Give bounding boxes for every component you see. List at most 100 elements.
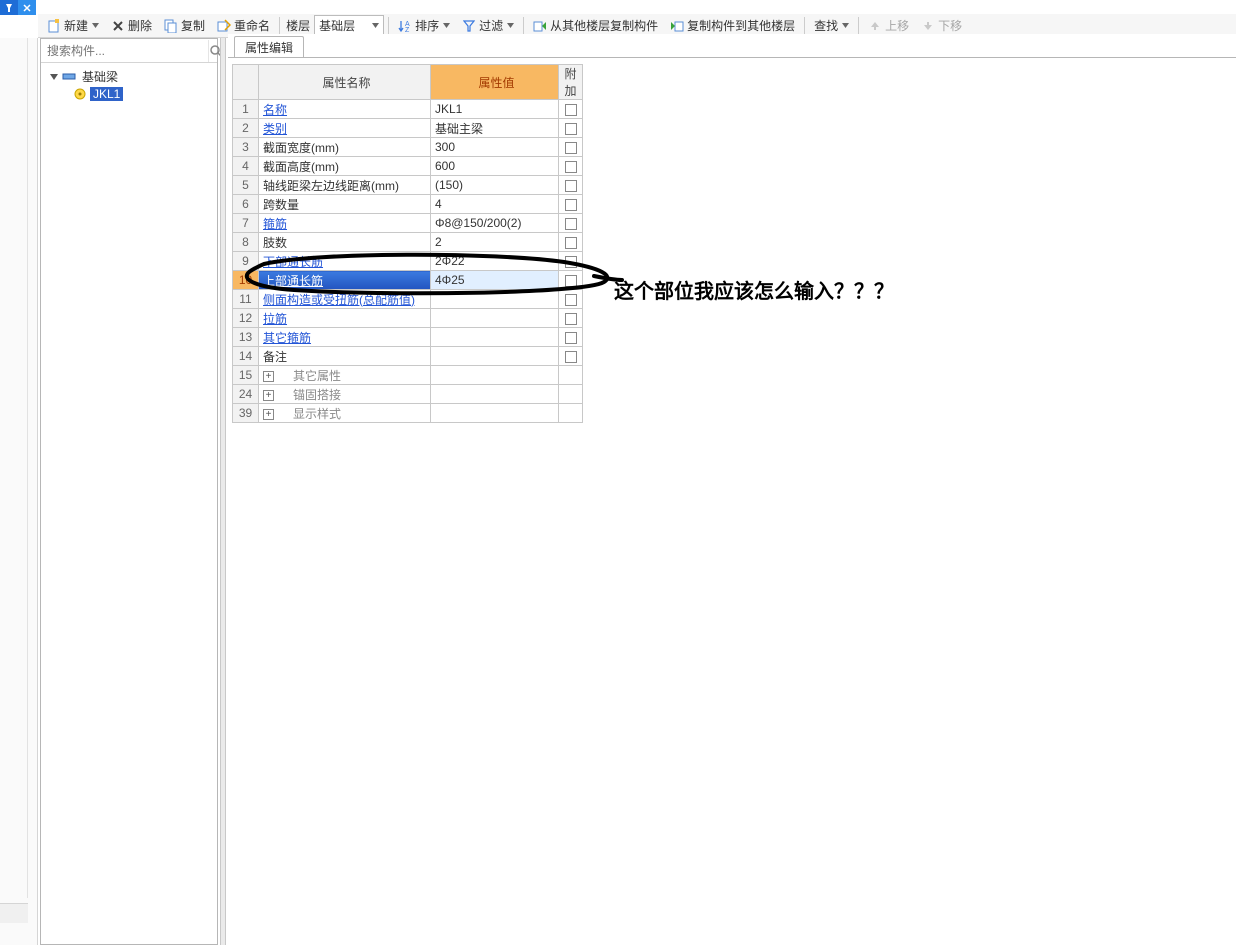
pin-tab[interactable] bbox=[0, 0, 18, 15]
checkbox-icon[interactable] bbox=[565, 313, 577, 325]
checkbox-icon[interactable] bbox=[565, 104, 577, 116]
property-value-cell[interactable] bbox=[431, 404, 559, 423]
tree-root-node[interactable]: 基础梁 bbox=[43, 67, 215, 85]
expand-toggle-icon[interactable]: + bbox=[263, 390, 274, 401]
property-row[interactable]: 24+锚固搭接 bbox=[233, 385, 583, 404]
checkbox-icon[interactable] bbox=[565, 180, 577, 192]
property-name[interactable]: 上部通长筋 bbox=[263, 274, 323, 288]
property-add-cell[interactable] bbox=[559, 119, 583, 138]
vertical-splitter[interactable] bbox=[220, 38, 226, 945]
property-add-cell[interactable] bbox=[559, 328, 583, 347]
new-button[interactable]: 新建 bbox=[42, 15, 104, 37]
checkbox-icon[interactable] bbox=[565, 218, 577, 230]
tree-child-node[interactable]: JKL1 bbox=[43, 85, 215, 103]
property-value-cell[interactable]: 2Φ22 bbox=[431, 252, 559, 271]
property-value-cell[interactable]: Φ8@150/200(2) bbox=[431, 214, 559, 233]
checkbox-icon[interactable] bbox=[565, 332, 577, 344]
property-name[interactable]: 箍筋 bbox=[263, 217, 287, 231]
property-add-cell[interactable] bbox=[559, 309, 583, 328]
delete-button[interactable]: 删除 bbox=[106, 15, 157, 37]
property-add-cell[interactable] bbox=[559, 157, 583, 176]
checkbox-icon[interactable] bbox=[565, 351, 577, 363]
property-add-cell[interactable] bbox=[559, 214, 583, 233]
property-row[interactable]: 6跨数量4 bbox=[233, 195, 583, 214]
expand-toggle-icon[interactable]: + bbox=[263, 371, 274, 382]
property-row[interactable]: 2类别基础主梁 bbox=[233, 119, 583, 138]
property-name-cell[interactable]: 名称 bbox=[259, 100, 431, 119]
property-name[interactable]: 侧面构造或受扭筋(总配筋值) bbox=[263, 293, 415, 307]
property-editor-tab[interactable]: 属性编辑 bbox=[234, 36, 304, 58]
property-row[interactable]: 4截面高度(mm)600 bbox=[233, 157, 583, 176]
component-tree[interactable]: 基础梁 JKL1 bbox=[41, 63, 217, 944]
checkbox-icon[interactable] bbox=[565, 294, 577, 306]
property-value-cell[interactable]: (150) bbox=[431, 176, 559, 195]
property-add-cell[interactable] bbox=[559, 233, 583, 252]
property-add-cell[interactable] bbox=[559, 347, 583, 366]
property-add-cell[interactable] bbox=[559, 195, 583, 214]
property-value-cell[interactable]: 基础主梁 bbox=[431, 119, 559, 138]
property-value-cell[interactable]: 2 bbox=[431, 233, 559, 252]
copy-button[interactable]: 复制 bbox=[159, 15, 210, 37]
property-row[interactable]: 5轴线距梁左边线距离(mm)(150) bbox=[233, 176, 583, 195]
checkbox-icon[interactable] bbox=[565, 256, 577, 268]
property-add-cell[interactable] bbox=[559, 100, 583, 119]
property-row[interactable]: 9下部通长筋2Φ22 bbox=[233, 252, 583, 271]
property-name[interactable]: 拉筋 bbox=[263, 312, 287, 326]
property-name[interactable]: 名称 bbox=[263, 103, 287, 117]
property-value-cell[interactable] bbox=[431, 290, 559, 309]
checkbox-icon[interactable] bbox=[565, 123, 577, 135]
checkbox-icon[interactable] bbox=[565, 199, 577, 211]
close-tab[interactable] bbox=[18, 0, 36, 15]
property-name-cell[interactable]: 截面宽度(mm) bbox=[259, 138, 431, 157]
property-add-cell[interactable] bbox=[559, 252, 583, 271]
checkbox-icon[interactable] bbox=[565, 237, 577, 249]
property-add-cell[interactable] bbox=[559, 138, 583, 157]
property-name[interactable]: 其它箍筋 bbox=[263, 331, 311, 345]
property-row[interactable]: 7箍筋Φ8@150/200(2) bbox=[233, 214, 583, 233]
property-name-cell[interactable]: 其它箍筋 bbox=[259, 328, 431, 347]
property-name-cell[interactable]: +锚固搭接 bbox=[259, 385, 431, 404]
property-value-cell[interactable] bbox=[431, 366, 559, 385]
property-table[interactable]: 属性名称 属性值 附加 1名称JKL12类别基础主梁3截面宽度(mm)3004截… bbox=[232, 64, 583, 423]
property-value-cell[interactable] bbox=[431, 309, 559, 328]
property-row[interactable]: 12拉筋 bbox=[233, 309, 583, 328]
property-name-cell[interactable]: 下部通长筋 bbox=[259, 252, 431, 271]
property-name-cell[interactable]: 拉筋 bbox=[259, 309, 431, 328]
property-value-cell[interactable]: 600 bbox=[431, 157, 559, 176]
property-add-cell[interactable] bbox=[559, 385, 583, 404]
property-name-cell[interactable]: 截面高度(mm) bbox=[259, 157, 431, 176]
property-value-cell[interactable]: 4Φ25 bbox=[431, 271, 559, 290]
property-value-cell[interactable]: 4 bbox=[431, 195, 559, 214]
property-row[interactable]: 15+其它属性 bbox=[233, 366, 583, 385]
property-value-cell[interactable]: JKL1 bbox=[431, 100, 559, 119]
checkbox-icon[interactable] bbox=[565, 142, 577, 154]
property-row[interactable]: 10上部通长筋4Φ25 bbox=[233, 271, 583, 290]
property-add-cell[interactable] bbox=[559, 366, 583, 385]
property-add-cell[interactable] bbox=[559, 271, 583, 290]
checkbox-icon[interactable] bbox=[565, 275, 577, 287]
collapsed-panel-tab[interactable] bbox=[0, 38, 28, 898]
property-row[interactable]: 13其它箍筋 bbox=[233, 328, 583, 347]
property-value-cell[interactable] bbox=[431, 328, 559, 347]
property-name-cell[interactable]: 肢数 bbox=[259, 233, 431, 252]
property-row[interactable]: 14备注 bbox=[233, 347, 583, 366]
property-name-cell[interactable]: 备注 bbox=[259, 347, 431, 366]
property-row[interactable]: 3截面宽度(mm)300 bbox=[233, 138, 583, 157]
property-name-cell[interactable]: 类别 bbox=[259, 119, 431, 138]
property-name-cell[interactable]: +其它属性 bbox=[259, 366, 431, 385]
property-add-cell[interactable] bbox=[559, 176, 583, 195]
property-name[interactable]: 类别 bbox=[263, 122, 287, 136]
property-value-cell[interactable] bbox=[431, 385, 559, 404]
property-row[interactable]: 11侧面构造或受扭筋(总配筋值) bbox=[233, 290, 583, 309]
property-name-cell[interactable]: 侧面构造或受扭筋(总配筋值) bbox=[259, 290, 431, 309]
property-name-cell[interactable]: +显示样式 bbox=[259, 404, 431, 423]
property-name-cell[interactable]: 轴线距梁左边线距离(mm) bbox=[259, 176, 431, 195]
property-name-cell[interactable]: 箍筋 bbox=[259, 214, 431, 233]
search-input[interactable] bbox=[41, 44, 208, 58]
property-row[interactable]: 39+显示样式 bbox=[233, 404, 583, 423]
property-add-cell[interactable] bbox=[559, 290, 583, 309]
property-add-cell[interactable] bbox=[559, 404, 583, 423]
property-value-cell[interactable] bbox=[431, 347, 559, 366]
property-row[interactable]: 8肢数2 bbox=[233, 233, 583, 252]
property-name[interactable]: 下部通长筋 bbox=[263, 255, 323, 269]
